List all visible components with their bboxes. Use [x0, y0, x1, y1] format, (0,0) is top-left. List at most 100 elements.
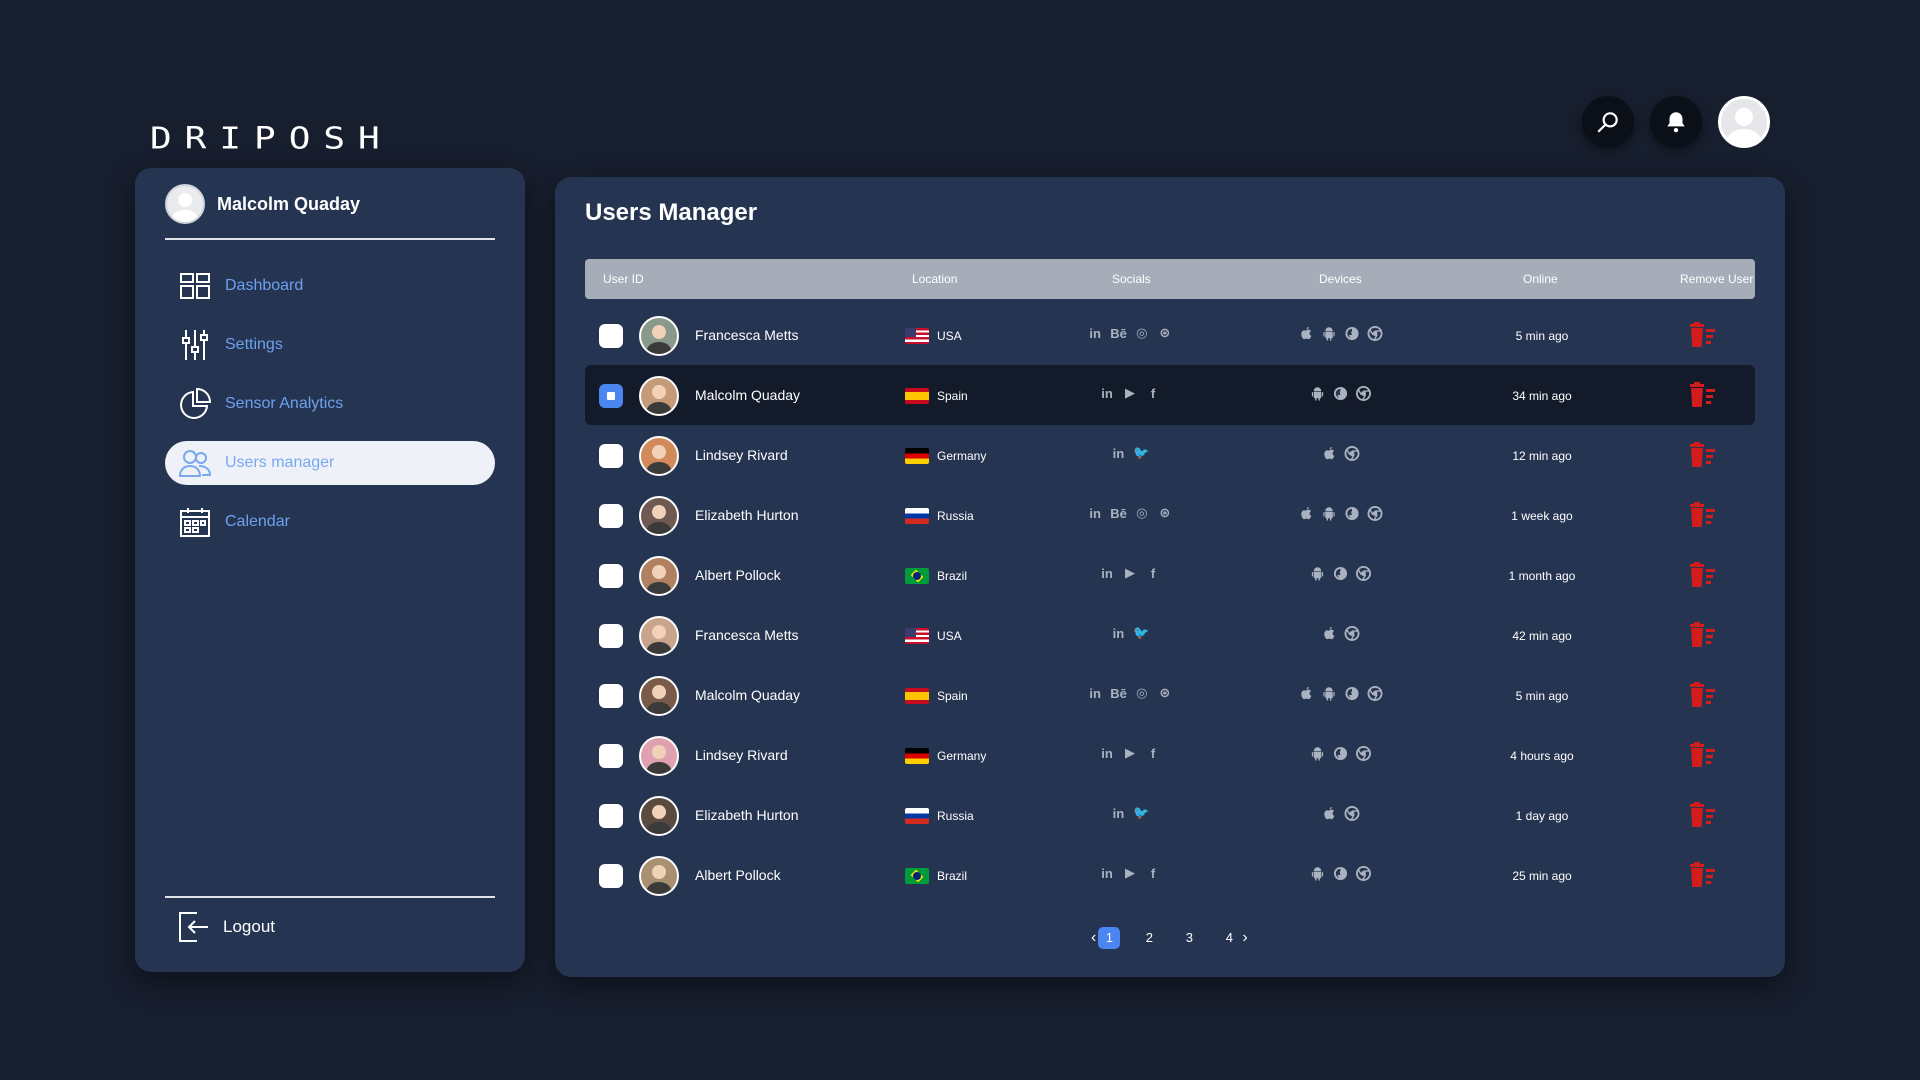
behance-icon[interactable]: Bē — [1110, 506, 1127, 521]
apple-icon — [1298, 505, 1314, 521]
sidebar-item-sensor-analytics[interactable]: Sensor Analytics — [165, 382, 495, 426]
trash-icon[interactable] — [1688, 322, 1718, 348]
page-3-button[interactable]: 3 — [1178, 927, 1200, 949]
user-name[interactable]: Elizabeth Hurton — [695, 807, 799, 823]
row-checkbox[interactable] — [599, 684, 623, 708]
linkedin-icon[interactable]: in — [1087, 326, 1103, 341]
notifications-button[interactable] — [1650, 96, 1702, 148]
sidebar-item-settings[interactable]: Settings — [165, 323, 495, 367]
twitter-icon[interactable]: 🐦 — [1133, 625, 1149, 641]
chrome-icon — [1367, 325, 1383, 341]
sidebar-item-dashboard[interactable]: Dashboard — [165, 264, 495, 308]
instagram-icon[interactable]: ◎ — [1134, 325, 1150, 341]
table-row[interactable]: Albert Pollock Brazil in ▶ f 1 month ago — [585, 545, 1755, 605]
user-name[interactable]: Elizabeth Hurton — [695, 507, 799, 523]
table-row[interactable]: Albert Pollock Brazil in ▶ f 25 min ago — [585, 845, 1755, 905]
linkedin-icon[interactable]: in — [1099, 386, 1115, 401]
linkedin-icon[interactable]: in — [1110, 806, 1126, 821]
user-devices — [1309, 745, 1371, 761]
trash-icon[interactable] — [1688, 862, 1718, 888]
users-table-body: Francesca Metts USA in Bē ◎ ⊛ 5 min ago Mal… — [585, 305, 1755, 905]
linkedin-icon[interactable]: in — [1087, 686, 1103, 701]
search-button[interactable] — [1582, 96, 1634, 148]
account-avatar[interactable] — [1718, 96, 1770, 148]
table-row[interactable]: Lindsey Rivard Germany in ▶ f 4 hours ago — [585, 725, 1755, 785]
table-row[interactable]: Elizabeth Hurton Russia in 🐦 1 day ago — [585, 785, 1755, 845]
trash-icon[interactable] — [1688, 742, 1718, 768]
android-icon — [1309, 745, 1325, 761]
user-name[interactable]: Albert Pollock — [695, 867, 781, 883]
row-checkbox[interactable] — [599, 384, 623, 408]
youtube-icon[interactable]: ▶ — [1122, 385, 1138, 401]
linkedin-icon[interactable]: in — [1087, 506, 1103, 521]
row-checkbox[interactable] — [599, 624, 623, 648]
user-name[interactable]: Lindsey Rivard — [695, 447, 788, 463]
sidebar-item-calendar[interactable]: Calendar — [165, 500, 495, 544]
table-row[interactable]: Malcolm Quaday Spain in ▶ f 34 min ago — [585, 365, 1755, 425]
twitter-icon[interactable]: 🐦 — [1133, 445, 1149, 461]
user-name[interactable]: Francesca Metts — [695, 627, 798, 643]
facebook-icon[interactable]: f — [1145, 566, 1161, 581]
trash-icon[interactable] — [1688, 382, 1718, 408]
row-checkbox[interactable] — [599, 324, 623, 348]
row-checkbox[interactable] — [599, 564, 623, 588]
youtube-icon[interactable]: ▶ — [1122, 565, 1138, 581]
trash-icon[interactable] — [1688, 682, 1718, 708]
row-checkbox[interactable] — [599, 444, 623, 468]
trash-icon[interactable] — [1688, 562, 1718, 588]
logout-button[interactable]: Logout — [179, 912, 275, 942]
row-checkbox[interactable] — [599, 864, 623, 888]
table-row[interactable]: Francesca Metts USA in 🐦 42 min ago — [585, 605, 1755, 665]
trash-icon[interactable] — [1688, 802, 1718, 828]
instagram-icon[interactable]: ◎ — [1134, 685, 1150, 701]
user-name[interactable]: Albert Pollock — [695, 567, 781, 583]
trash-icon[interactable] — [1688, 502, 1718, 528]
table-row[interactable]: Lindsey Rivard Germany in 🐦 12 min ago — [585, 425, 1755, 485]
linkedin-icon[interactable]: in — [1110, 626, 1126, 641]
flag-icon — [905, 448, 929, 464]
page-2-button[interactable]: 2 — [1138, 927, 1160, 949]
instagram-icon[interactable]: ◎ — [1134, 505, 1150, 521]
user-name[interactable]: Malcolm Quaday — [695, 387, 800, 403]
dribbble-icon[interactable]: ⊛ — [1157, 325, 1173, 341]
dribbble-icon[interactable]: ⊛ — [1157, 685, 1173, 701]
location-label: Brazil — [937, 869, 968, 883]
twitter-icon[interactable]: 🐦 — [1133, 805, 1149, 821]
behance-icon[interactable]: Bē — [1110, 686, 1127, 701]
trash-icon[interactable] — [1688, 622, 1718, 648]
linkedin-icon[interactable]: in — [1099, 866, 1115, 881]
dribbble-icon[interactable]: ⊛ — [1157, 505, 1173, 521]
chrome-icon — [1367, 505, 1383, 521]
linkedin-icon[interactable]: in — [1099, 746, 1115, 761]
prev-page-button[interactable]: ‹ — [1091, 929, 1096, 947]
table-row[interactable]: Malcolm Quaday Spain in Bē ◎ ⊛ 5 min ago — [585, 665, 1755, 725]
row-checkbox[interactable] — [599, 504, 623, 528]
page-4-button[interactable]: 4 — [1218, 927, 1240, 949]
user-name[interactable]: Lindsey Rivard — [695, 747, 788, 763]
chrome-icon — [1367, 685, 1383, 701]
profile-name: Malcolm Quaday — [217, 193, 361, 214]
row-checkbox[interactable] — [599, 804, 623, 828]
user-location: Russia — [905, 508, 974, 524]
table-row[interactable]: Elizabeth Hurton Russia in Bē ◎ ⊛ 1 week ag… — [585, 485, 1755, 545]
facebook-icon[interactable]: f — [1145, 386, 1161, 401]
col-remove-user: Remove User — [1680, 272, 1754, 286]
user-name[interactable]: Malcolm Quaday — [695, 687, 800, 703]
youtube-icon[interactable]: ▶ — [1122, 865, 1138, 881]
linkedin-icon[interactable]: in — [1110, 446, 1126, 461]
row-checkbox[interactable] — [599, 744, 623, 768]
trash-icon[interactable] — [1688, 442, 1718, 468]
sidebar-item-users-manager[interactable]: Users manager — [165, 441, 495, 485]
table-row[interactable]: Francesca Metts USA in Bē ◎ ⊛ 5 min ago — [585, 305, 1755, 365]
page-1-button[interactable]: 1 — [1098, 927, 1121, 949]
user-socials: in Bē ◎ ⊛ — [1087, 325, 1173, 341]
youtube-icon[interactable]: ▶ — [1122, 745, 1138, 761]
behance-icon[interactable]: Bē — [1110, 326, 1127, 341]
linkedin-icon[interactable]: in — [1099, 566, 1115, 581]
next-page-button[interactable]: › — [1242, 929, 1247, 947]
user-name[interactable]: Francesca Metts — [695, 327, 798, 343]
flag-icon — [905, 328, 929, 344]
sidebar-profile[interactable]: Malcolm Quaday — [165, 184, 360, 224]
facebook-icon[interactable]: f — [1145, 866, 1161, 881]
facebook-icon[interactable]: f — [1145, 746, 1161, 761]
